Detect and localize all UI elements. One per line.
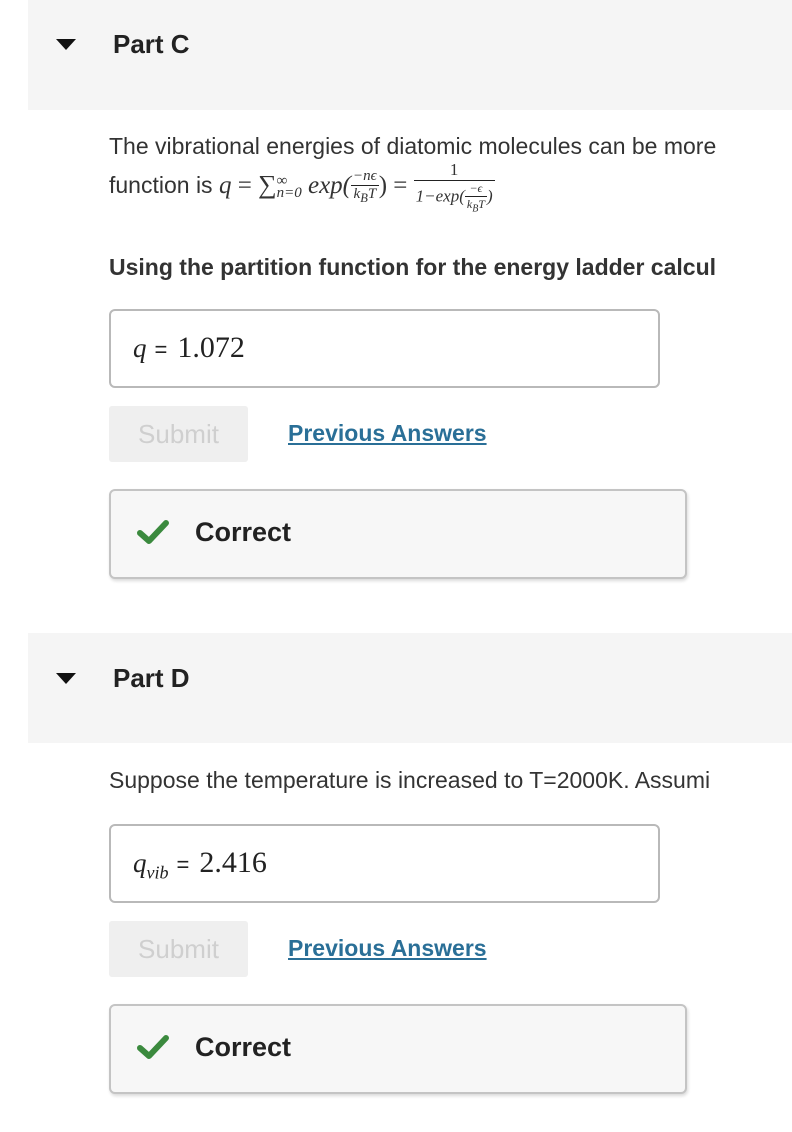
part-c-question: Using the partition function for the ene… (109, 254, 717, 280)
part-c-answer-label: q = 1.072 (133, 331, 245, 364)
part-d-header[interactable]: Part D (28, 633, 792, 743)
collapse-triangle-icon[interactable] (56, 39, 76, 50)
part-d-answer-label: qvib = 2.416 (133, 846, 267, 883)
part-c-correct-feedback: Correct (109, 489, 687, 579)
part-c-header[interactable]: Part C (28, 0, 792, 110)
part-d-correct-label: Correct (195, 1032, 292, 1062)
part-c-prose-prefix: function is (109, 171, 213, 198)
part-d-submit-button: Submit (109, 921, 248, 977)
part-c-prose-line2: function is q = ∑ ∞ n=0 exp(−nϵ kBT) = 1 1−e… (109, 160, 792, 230)
part-d-answer-value: 2.416 (199, 846, 267, 879)
part-d-answer-input[interactable]: qvib = 2.416 (109, 824, 660, 903)
part-d-previous-answers-link[interactable]: Previous Answers (288, 935, 487, 962)
part-d-correct-feedback: Correct (109, 1004, 687, 1094)
formula: q = ∑ ∞ n=0 exp(−nϵ kBT) = 1 1−exp(−ϵ kBT) (218, 160, 495, 215)
part-c-correct-label: Correct (195, 517, 292, 547)
part-d-title: Part D (113, 663, 190, 693)
checkmark-icon (137, 520, 169, 544)
part-c-answer-value: 1.072 (177, 331, 245, 364)
checkmark-icon (137, 1035, 169, 1059)
collapse-triangle-icon[interactable] (56, 673, 76, 684)
part-c-submit-button: Submit (109, 406, 248, 462)
part-c-previous-answers-link[interactable]: Previous Answers (288, 420, 487, 447)
part-d-prose: Suppose the temperature is increased to … (109, 767, 711, 793)
part-c-prose-line1: The vibrational energies of diatomic mol… (109, 133, 717, 159)
part-c-answer-input[interactable]: q = 1.072 (109, 309, 660, 388)
part-c-title: Part C (113, 29, 190, 59)
